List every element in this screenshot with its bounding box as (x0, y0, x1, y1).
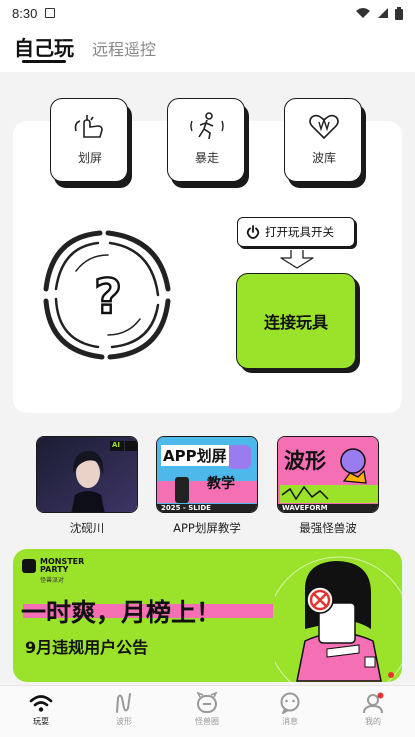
tutorial-art-title: APP划屏 (161, 445, 229, 466)
tab-active-indicator (22, 60, 66, 63)
banner-subline: 9月违规用户公告 (25, 638, 149, 657)
nav-label-wave: 波形 (116, 717, 132, 726)
notification-icon (45, 8, 56, 18)
connect-toy-label: 连接玩具 (236, 273, 356, 369)
banner-headline: 一时爽，月榜上！ (21, 598, 222, 627)
nav-label-messages: 消息 (282, 717, 298, 726)
battery-icon (395, 6, 403, 20)
wave-heart-icon (309, 114, 339, 140)
nav-item-messages[interactable]: 消息 (260, 692, 320, 727)
power-on-tip: 打开玩具开关 (237, 217, 357, 251)
wave-art-title: 波形 (284, 449, 326, 473)
tip-text: 打开玩具开关 (265, 225, 334, 239)
tab-play-self[interactable]: 自己玩 (14, 32, 74, 61)
nav-label-monster: 怪兽圈 (195, 717, 219, 726)
tutorial-art-footer: 2025 - SLIDE (161, 504, 211, 512)
wifi-signal-icon (29, 695, 53, 712)
message-bubble-icon (280, 692, 300, 714)
character-artwork (37, 437, 137, 512)
brand-logo-icon (22, 559, 36, 573)
mode-card-rampage[interactable]: 暴走 (167, 98, 249, 188)
brand-subtitle: 怪兽派对 (40, 577, 65, 584)
notification-dot (377, 692, 384, 699)
wave-art-footer: WAVEFORM (282, 504, 328, 512)
status-bar: 8:30 (0, 0, 415, 26)
status-time: 8:30 (12, 5, 38, 21)
cell-signal-icon (378, 8, 388, 18)
nav-label-profile: 我的 (365, 717, 381, 726)
wave-icon (116, 693, 131, 713)
card-label-character: 沈砚川 (69, 521, 105, 535)
card-badge: AI (112, 441, 121, 449)
nav-item-monster[interactable]: 怪兽圈 (177, 692, 237, 727)
banner-illustration (275, 556, 402, 682)
nav-item-play[interactable]: 玩耍 (11, 692, 71, 727)
profile-icon (363, 692, 384, 714)
arrow-down-icon (280, 250, 314, 269)
running-person-icon (190, 112, 224, 140)
toy-swirl-placeholder: ? (43, 230, 171, 360)
mode-card-swipe[interactable]: 划屏 (50, 98, 132, 188)
brand-name: MONSTER PARTY (40, 557, 85, 574)
content-card-wave[interactable]: 波形 WAVEFORM (277, 436, 379, 513)
connect-toy-button[interactable]: 连接玩具 (236, 273, 360, 373)
nav-item-profile[interactable]: 我的 (343, 692, 403, 727)
tutorial-art-subtitle: 教学 (207, 476, 235, 492)
mode-label-wave-library: 波库 (311, 151, 336, 165)
power-icon (246, 225, 260, 239)
status-icons (355, 6, 403, 20)
swipe-hand-icon (74, 115, 103, 138)
monster-face-icon (196, 692, 218, 713)
tab-remote-control[interactable]: 远程遥控 (92, 36, 156, 60)
question-mark-icon: ? (94, 269, 122, 325)
content-card-tutorial[interactable]: APP划屏 教学 2025 - SLIDE (156, 436, 258, 513)
wifi-status-icon (356, 8, 370, 18)
nav-label-play: 玩耍 (33, 717, 49, 726)
nav-item-wave[interactable]: 波形 (94, 692, 154, 727)
announcement-banner[interactable]: MONSTER PARTY 怪兽派对 一时爽，月榜上！ 9月违规用户公告 (13, 549, 402, 682)
card-label-tutorial: APP划屏教学 (173, 521, 241, 535)
mode-label-swipe: 划屏 (77, 151, 102, 165)
card-label-wave: 最强怪兽波 (299, 521, 357, 535)
top-tab-bar: 自己玩 远程遥控 (0, 26, 415, 72)
mode-card-wave-library[interactable]: 波库 (284, 98, 366, 188)
bottom-nav: 玩耍 波形 怪兽圈 消息 我的 (0, 685, 415, 737)
mode-label-rampage: 暴走 (194, 151, 219, 165)
content-card-character[interactable]: AI (36, 436, 138, 513)
